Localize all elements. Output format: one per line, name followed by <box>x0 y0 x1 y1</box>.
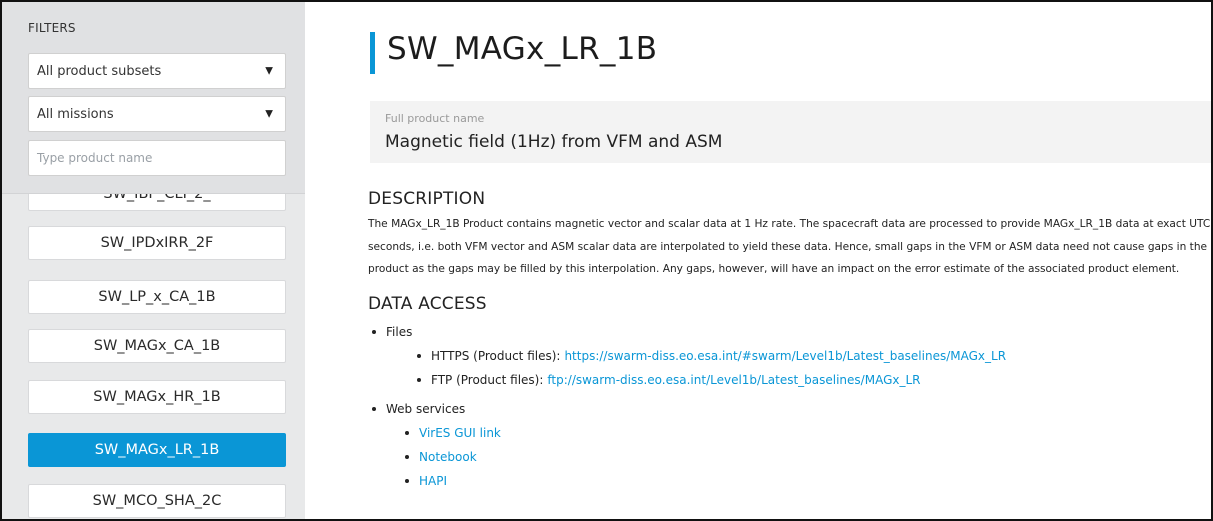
files-item: Files <box>372 325 412 339</box>
title-accent-bar <box>370 32 375 74</box>
hapi-link[interactable]: HAPI <box>419 474 447 488</box>
web-services-label: Web services <box>386 402 466 416</box>
full-name-label: Full product name <box>385 112 485 125</box>
product-item-selected[interactable]: SW_MAGx_LR_1B <box>28 433 286 467</box>
product-item[interactable]: SW_MAGx_HR_1B <box>28 380 286 414</box>
description-line: The MAGx_LR_1B Product contains magnetic… <box>368 218 1211 230</box>
data-access-heading: DATA ACCESS <box>368 294 487 314</box>
filters-panel: FILTERS All product subsets ▼ All missio… <box>2 2 305 194</box>
product-item[interactable]: SW_MCO_SHA_2C <box>28 484 286 518</box>
mission-value: All missions <box>37 106 114 122</box>
sidebar: SW_IBP_CLI_2_ SW_IPDxIRR_2F SW_LP_x_CA_1… <box>2 2 305 519</box>
bullet-icon <box>417 378 421 382</box>
product-subset-select[interactable]: All product subsets ▼ <box>28 53 286 89</box>
https-label: HTTPS (Product files): <box>431 349 561 363</box>
bullet-icon <box>405 455 409 459</box>
product-item[interactable]: SW_MAGx_CA_1B <box>28 329 286 363</box>
product-item[interactable]: SW_LP_x_CA_1B <box>28 280 286 314</box>
mission-select[interactable]: All missions ▼ <box>28 96 286 132</box>
files-label: Files <box>386 325 413 339</box>
notebook-item: Notebook <box>405 450 477 464</box>
ftp-link[interactable]: ftp://swarm-diss.eo.esa.int/Level1b/Late… <box>547 373 920 387</box>
product-name-search-input[interactable]: Type product name <box>28 140 286 176</box>
bullet-icon <box>405 431 409 435</box>
https-item: HTTPS (Product files): https://swarm-dis… <box>417 349 1006 363</box>
product-item[interactable]: SW_IPDxIRR_2F <box>28 226 286 260</box>
description-text: The MAGx_LR_1B Product contains magnetic… <box>368 213 1211 281</box>
bullet-icon <box>405 479 409 483</box>
page-title: SW_MAGx_LR_1B <box>387 31 658 67</box>
bullet-icon <box>372 407 376 411</box>
description-line: product as the gaps may be filled by thi… <box>368 263 1180 275</box>
web-services-item: Web services <box>372 402 465 416</box>
bullet-icon <box>417 354 421 358</box>
main-content: SW_MAGx_LR_1B Full product name Magnetic… <box>305 2 1211 519</box>
ftp-item: FTP (Product files): ftp://swarm-diss.eo… <box>417 373 921 387</box>
caret-down-icon: ▼ <box>265 65 273 77</box>
vires-item: VirES GUI link <box>405 426 501 440</box>
description-heading: DESCRIPTION <box>368 189 486 209</box>
full-product-name-box: Full product name Magnetic field (1Hz) f… <box>370 101 1211 163</box>
https-link[interactable]: https://swarm-diss.eo.esa.int/#swarm/Lev… <box>564 349 1006 363</box>
app-frame: SW_IBP_CLI_2_ SW_IPDxIRR_2F SW_LP_x_CA_1… <box>0 0 1213 521</box>
notebook-link[interactable]: Notebook <box>419 450 477 464</box>
bullet-icon <box>372 330 376 334</box>
filters-title: FILTERS <box>28 21 76 35</box>
caret-down-icon: ▼ <box>265 108 273 120</box>
description-line: seconds, i.e. both VFM vector and ASM sc… <box>368 240 1208 253</box>
hapi-item: HAPI <box>405 474 447 488</box>
vires-gui-link[interactable]: VirES GUI link <box>419 426 501 440</box>
ftp-label: FTP (Product files): <box>431 373 544 387</box>
full-name-value: Magnetic field (1Hz) from VFM and ASM <box>385 132 723 152</box>
product-subset-value: All product subsets <box>37 63 162 79</box>
